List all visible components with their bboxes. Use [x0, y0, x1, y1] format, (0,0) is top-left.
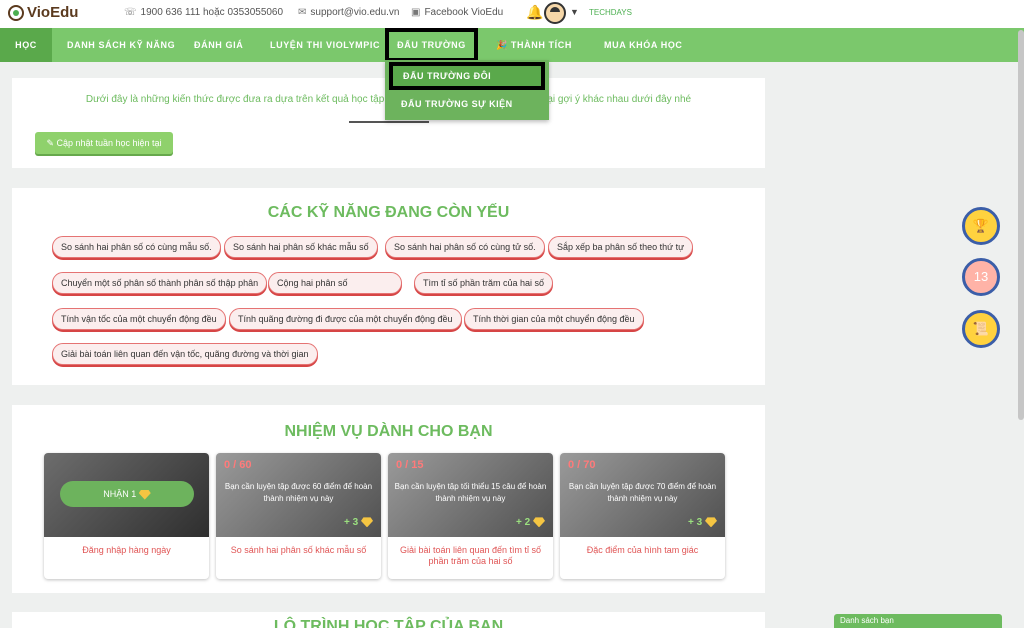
- nav-danh-gia[interactable]: ĐÁNH GIÁ: [194, 28, 243, 62]
- main-nav: HỌC DANH SÁCH KỸ NĂNG ĐÁNH GIÁ LUYỆN THI…: [0, 28, 1024, 62]
- diamond-icon: [533, 517, 545, 528]
- phone-icon: ☏: [124, 7, 137, 18]
- phone-text: 1900 636 111 hoặc 0353055060: [140, 7, 284, 18]
- skill-pill[interactable]: Tìm tỉ số phần trăm của hai số: [414, 272, 554, 294]
- nav-danh-sach-ky-nang[interactable]: DANH SÁCH KỸ NĂNG: [67, 28, 175, 62]
- chevron-down-icon[interactable]: ▼: [570, 7, 579, 17]
- diamond-icon: [361, 517, 373, 528]
- mission-reward-value: + 3: [344, 517, 359, 528]
- vioedu-logo[interactable]: VioEdu: [8, 4, 78, 21]
- diamond-icon: [138, 489, 151, 500]
- skill-pill[interactable]: Tính thời gian của một chuyển động đều: [464, 308, 644, 330]
- pencil-icon: ✎: [46, 138, 57, 148]
- mission-reward-value: + 2: [516, 517, 531, 528]
- missions-title: NHIỆM VỤ DÀNH CHO BẠN: [284, 423, 493, 440]
- divider: [349, 121, 429, 123]
- mission-reward: + 2: [516, 517, 545, 528]
- username[interactable]: TECHDAYS: [589, 8, 632, 17]
- intro-text-right: g loại gợi ý khác nhau dưới đây nhé: [531, 94, 692, 105]
- nav-dau-truong[interactable]: ĐẤU TRƯỜNG: [385, 28, 478, 62]
- mission-reward-value: + 3: [688, 517, 703, 528]
- mission-progress: 0 / 15: [396, 459, 424, 471]
- update-week-label: Cập nhật tuần học hiện tại: [56, 138, 162, 148]
- logo-icon: [8, 4, 24, 21]
- diamond-icon: [705, 517, 717, 528]
- update-week-button[interactable]: ✎ Cập nhật tuần học hiện tại: [35, 132, 173, 154]
- avatar[interactable]: [544, 2, 566, 24]
- facebook-link[interactable]: ▣ Facebook VioEdu: [411, 7, 503, 18]
- dropdown-dau-truong-su-kien[interactable]: ĐẤU TRƯỜNG SỰ KIỆN: [385, 90, 549, 118]
- scrollbar[interactable]: [1018, 30, 1024, 420]
- top-header: VioEdu ☏ 1900 636 111 hoặc 0353055060 ✉ …: [0, 0, 1024, 28]
- facebook-icon: ▣: [411, 7, 421, 18]
- mission-card[interactable]: 0 / 15 Bạn cần luyện tập tối thiểu 15 câ…: [388, 453, 553, 579]
- dau-truong-dropdown: ĐẤU TRƯỜNG ĐÔI ĐẤU TRƯỜNG SỰ KIỆN: [385, 60, 549, 120]
- skill-pill[interactable]: Chuyển một số phân số thành phân số thập…: [52, 272, 268, 294]
- mission-title: Đặc điểm của hình tam giác: [586, 545, 699, 555]
- weak-skills-card: CÁC KỸ NĂNG ĐANG CÒN YẾU So sánh hai phâ…: [12, 188, 765, 385]
- mission-progress: 0 / 70: [568, 459, 596, 471]
- mail-icon: ✉: [298, 7, 307, 18]
- gem-count: 13: [973, 269, 989, 284]
- nav-thanh-tich[interactable]: 🎉 THÀNH TÍCH: [496, 28, 572, 62]
- mission-title: Giải bài toán liên quan đến tìm tỉ số ph…: [399, 545, 542, 566]
- facebook-text: Facebook VioEdu: [424, 7, 504, 18]
- trophy-icon[interactable]: 🏆: [962, 207, 1000, 245]
- skill-pill[interactable]: So sánh hai phân số có cùng mẫu số.: [52, 236, 221, 258]
- friends-list-panel[interactable]: Danh sách bạn: [834, 614, 1002, 628]
- nav-hoc[interactable]: HỌC: [0, 28, 52, 62]
- skill-pill[interactable]: So sánh hai phân số có cùng tử số.: [385, 236, 545, 258]
- roadmap-card: LỘ TRÌNH HỌC TẬP CỦA BẠN: [12, 612, 765, 628]
- mission-card[interactable]: 0 / 60 Bạn cần luyện tập được 60 điểm để…: [216, 453, 381, 579]
- claim-label: NHẬN 1: [103, 489, 137, 499]
- mission-reward: + 3: [344, 517, 373, 528]
- roadmap-title: LỘ TRÌNH HỌC TẬP CỦA BẠN: [273, 618, 504, 628]
- mission-description: Bạn cần luyện tập tối thiểu 15 câu để ho…: [394, 482, 547, 503]
- confetti-icon: 🎉: [496, 40, 511, 50]
- mission-progress: 0 / 60: [224, 459, 252, 471]
- email-text: support@vio.edu.vn: [310, 7, 400, 18]
- scroll-icon[interactable]: 📜: [962, 310, 1000, 348]
- missions-card: NHIỆM VỤ DÀNH CHO BẠN NHẬN 1 Đăng nhập h…: [12, 405, 765, 593]
- mission-title: Đăng nhập hàng ngày: [82, 545, 171, 555]
- phone-contact: ☏ 1900 636 111 hoặc 0353055060: [124, 7, 283, 18]
- mission-reward: + 3: [688, 517, 717, 528]
- dropdown-dau-truong-doi[interactable]: ĐẤU TRƯỜNG ĐÔI: [389, 62, 545, 90]
- email-contact[interactable]: ✉ support@vio.edu.vn: [298, 7, 399, 18]
- nav-luyen-thi-violympic[interactable]: LUYỆN THI VIOLYMPIC: [270, 28, 380, 62]
- mission-card[interactable]: NHẬN 1 Đăng nhập hàng ngày: [44, 453, 209, 579]
- skill-pill[interactable]: Sắp xếp ba phân số theo thứ tự: [548, 236, 694, 258]
- nav-mua-khoa-hoc[interactable]: MUA KHÓA HỌC: [604, 28, 683, 62]
- friends-label: Danh sách bạn: [840, 616, 894, 625]
- skill-pill[interactable]: Giải bài toán liên quan đến vận tốc, quã…: [52, 343, 318, 365]
- diamond-icon[interactable]: 13: [962, 258, 1000, 296]
- skill-pill[interactable]: Cộng hai phân số: [268, 272, 402, 294]
- nav-thanh-tich-label: THÀNH TÍCH: [510, 40, 572, 50]
- skill-pill[interactable]: Tính quãng đường đi được của một chuyển …: [229, 308, 462, 330]
- mission-title: So sánh hai phân số khác mẫu số: [230, 545, 367, 555]
- mission-card[interactable]: 0 / 70 Bạn cần luyện tập được 70 điểm để…: [560, 453, 725, 579]
- bell-icon[interactable]: 🔔: [526, 4, 543, 21]
- skill-pill[interactable]: Tính vận tốc của một chuyển động đều: [52, 308, 226, 330]
- claim-reward-button[interactable]: NHẬN 1: [60, 481, 194, 507]
- intro-text-left: Dưới đây là những kiến thức được đưa ra …: [85, 94, 414, 105]
- logo-text: VioEdu: [27, 4, 79, 21]
- weak-skills-title: CÁC KỸ NĂNG ĐANG CÒN YẾU: [267, 204, 510, 221]
- mission-description: Bạn cần luyện tập được 60 điểm để hoàn t…: [224, 482, 373, 503]
- mission-description: Bạn cần luyện tập được 70 điểm để hoàn t…: [568, 482, 717, 503]
- skill-pill[interactable]: So sánh hai phân số khác mẫu số: [224, 236, 378, 258]
